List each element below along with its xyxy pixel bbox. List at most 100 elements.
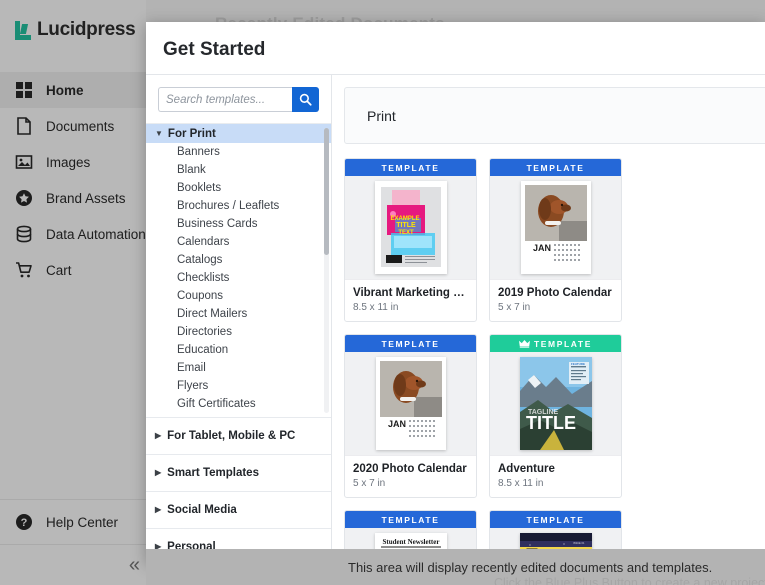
- double-chevron-left-icon[interactable]: «: [129, 555, 140, 575]
- template-card[interactable]: TEMPLATE: [344, 158, 477, 322]
- svg-text:TITLE: TITLE: [526, 413, 576, 433]
- lucidpress-logo-icon: [15, 20, 31, 40]
- svg-text:ISSUE 01: ISSUE 01: [573, 541, 585, 545]
- category-header-label: For Print: [167, 127, 216, 140]
- search-bar: [146, 75, 331, 124]
- template-badge: TEMPLATE: [490, 511, 621, 528]
- category-item-calendars[interactable]: Calendars: [146, 233, 331, 251]
- category-item-checklists[interactable]: Checklists: [146, 269, 331, 287]
- template-thumbnail: JAN: [345, 352, 476, 455]
- category-item-label: Blank: [177, 164, 206, 176]
- sidebar-item-label: Home: [46, 82, 84, 98]
- category-header-for-print[interactable]: ▼ For Print: [146, 124, 331, 143]
- status-message: This area will display recently edited d…: [348, 559, 713, 575]
- category-section-for-tablet-mobile-pc[interactable]: ▶ For Tablet, Mobile & PC: [146, 418, 331, 455]
- template-name: Vibrant Marketing Pro...: [353, 287, 468, 299]
- sidebar-item-label: Data Automation: [46, 226, 146, 242]
- sidebar-item-home[interactable]: Home: [0, 72, 146, 108]
- photo-calendar-art-icon: JAN: [375, 357, 446, 450]
- category-section-smart-templates[interactable]: ▶ Smart Templates: [146, 455, 331, 492]
- template-card[interactable]: TEMPLATE: [489, 334, 622, 498]
- category-item-flyers[interactable]: Flyers: [146, 377, 331, 395]
- brand-logo[interactable]: Lucidpress: [0, 0, 146, 60]
- modal-body: ▼ For Print Banners Blank Booklets Broch…: [146, 74, 765, 563]
- svg-text:?: ?: [21, 517, 28, 529]
- template-size: 5 x 7 in: [353, 478, 386, 489]
- template-card[interactable]: TEMPLATE: [489, 158, 622, 322]
- category-item-label: Directories: [177, 326, 232, 338]
- template-thumbnail: EXAMPLE TITLE TEXT: [345, 176, 476, 279]
- question-circle-icon: ?: [16, 514, 32, 530]
- grid-icon: [16, 82, 32, 98]
- svg-text:FEATURE: FEATURE: [571, 362, 585, 366]
- category-item-direct-mailers[interactable]: Direct Mailers: [146, 305, 331, 323]
- template-badge: TEMPLATE: [490, 159, 621, 176]
- chevron-right-icon: ▶: [155, 505, 162, 514]
- category-item-email[interactable]: Email: [146, 359, 331, 377]
- template-badge-premium: TEMPLATE: [490, 335, 621, 352]
- sidebar-item-label: Brand Assets: [46, 190, 126, 206]
- category-scroll-area: ▼ For Print Banners Blank Booklets Broch…: [146, 124, 331, 417]
- template-meta: Vibrant Marketing Pro... 8.5 x 11 in: [345, 279, 476, 321]
- chevron-down-icon: ▼: [155, 128, 163, 138]
- template-size: 8.5 x 11 in: [353, 302, 399, 313]
- template-meta: 2019 Photo Calendar 5 x 7 in: [490, 279, 621, 321]
- template-name: 2019 Photo Calendar: [498, 287, 612, 299]
- template-name: 2020 Photo Calendar: [353, 463, 467, 475]
- category-item-label: Brochures / Leaflets: [177, 200, 280, 212]
- sidebar-item-data-automation[interactable]: Data Automation: [0, 216, 146, 252]
- category-item-label: Email: [177, 362, 206, 374]
- template-category-panel: ▼ For Print Banners Blank Booklets Broch…: [146, 74, 332, 563]
- sidebar-item-label: Images: [46, 154, 91, 170]
- section-header-label: Print: [367, 107, 396, 124]
- template-thumbnail: FEATURE TAGLINE TITLE: [490, 352, 621, 455]
- category-item-label: Catalogs: [177, 254, 223, 266]
- template-badge-label: TEMPLATE: [381, 338, 440, 349]
- template-meta: 2020 Photo Calendar 5 x 7 in: [345, 455, 476, 497]
- adventure-art-icon: FEATURE TAGLINE TITLE: [519, 357, 592, 450]
- sidebar-item-documents[interactable]: Documents: [0, 108, 146, 144]
- category-item-label: Checklists: [177, 272, 230, 284]
- template-badge-label: TEMPLATE: [381, 514, 440, 525]
- status-strip: This area will display recently edited d…: [146, 549, 765, 585]
- sidebar-collapse-row: «: [0, 545, 146, 585]
- template-meta: Adventure 8.5 x 11 in: [490, 455, 621, 497]
- status-message-secondary: Click the Blue Plus Button to create a n…: [494, 576, 765, 585]
- category-item-label: Business Cards: [177, 218, 258, 230]
- category-item-label: Coupons: [177, 290, 224, 302]
- category-item-business-cards[interactable]: Business Cards: [146, 215, 331, 233]
- category-section-social-media[interactable]: ▶ Social Media: [146, 492, 331, 529]
- template-badge: TEMPLATE: [345, 511, 476, 528]
- category-scrollbar-thumb[interactable]: [324, 128, 329, 255]
- category-item-blank[interactable]: Blank: [146, 161, 331, 179]
- sidebar-item-help-center[interactable]: ? Help Center: [0, 499, 146, 545]
- search-input[interactable]: [158, 87, 292, 112]
- search-button[interactable]: [292, 87, 319, 112]
- category-item-label: Flyers: [177, 380, 209, 392]
- sidebar-item-images[interactable]: Images: [0, 144, 146, 180]
- category-item-banners[interactable]: Banners: [146, 143, 331, 161]
- crown-icon: [519, 339, 530, 348]
- category-item-brochures-leaflets[interactable]: Brochures / Leaflets: [146, 197, 331, 215]
- svg-text:TEXT: TEXT: [398, 230, 414, 236]
- svg-text:JAN: JAN: [388, 419, 406, 429]
- category-item-catalogs[interactable]: Catalogs: [146, 251, 331, 269]
- section-header-print: Print: [344, 87, 765, 144]
- sidebar-item-brand-assets[interactable]: Brand Assets: [0, 180, 146, 216]
- category-item-directories[interactable]: Directories: [146, 323, 331, 341]
- sidebar-item-cart[interactable]: Cart: [0, 252, 146, 288]
- category-item-gift-certificates[interactable]: Gift Certificates: [146, 395, 331, 413]
- category-item-label: Education: [177, 344, 229, 356]
- image-icon: [15, 155, 33, 169]
- search-icon: [299, 93, 312, 106]
- templates-grid: TEMPLATE EXAMPLE TITLE TEXT Vibrant Mark…: [344, 158, 765, 563]
- template-card[interactable]: TEMPLATE: [344, 334, 477, 498]
- category-item-coupons[interactable]: Coupons: [146, 287, 331, 305]
- svg-text:TITLE: TITLE: [396, 222, 416, 229]
- chevron-right-icon: ▶: [155, 468, 162, 477]
- svg-text:Student Newsletter: Student Newsletter: [382, 538, 439, 546]
- category-item-booklets[interactable]: Booklets: [146, 179, 331, 197]
- category-item-education[interactable]: Education: [146, 341, 331, 359]
- modal-title: Get Started: [163, 39, 266, 60]
